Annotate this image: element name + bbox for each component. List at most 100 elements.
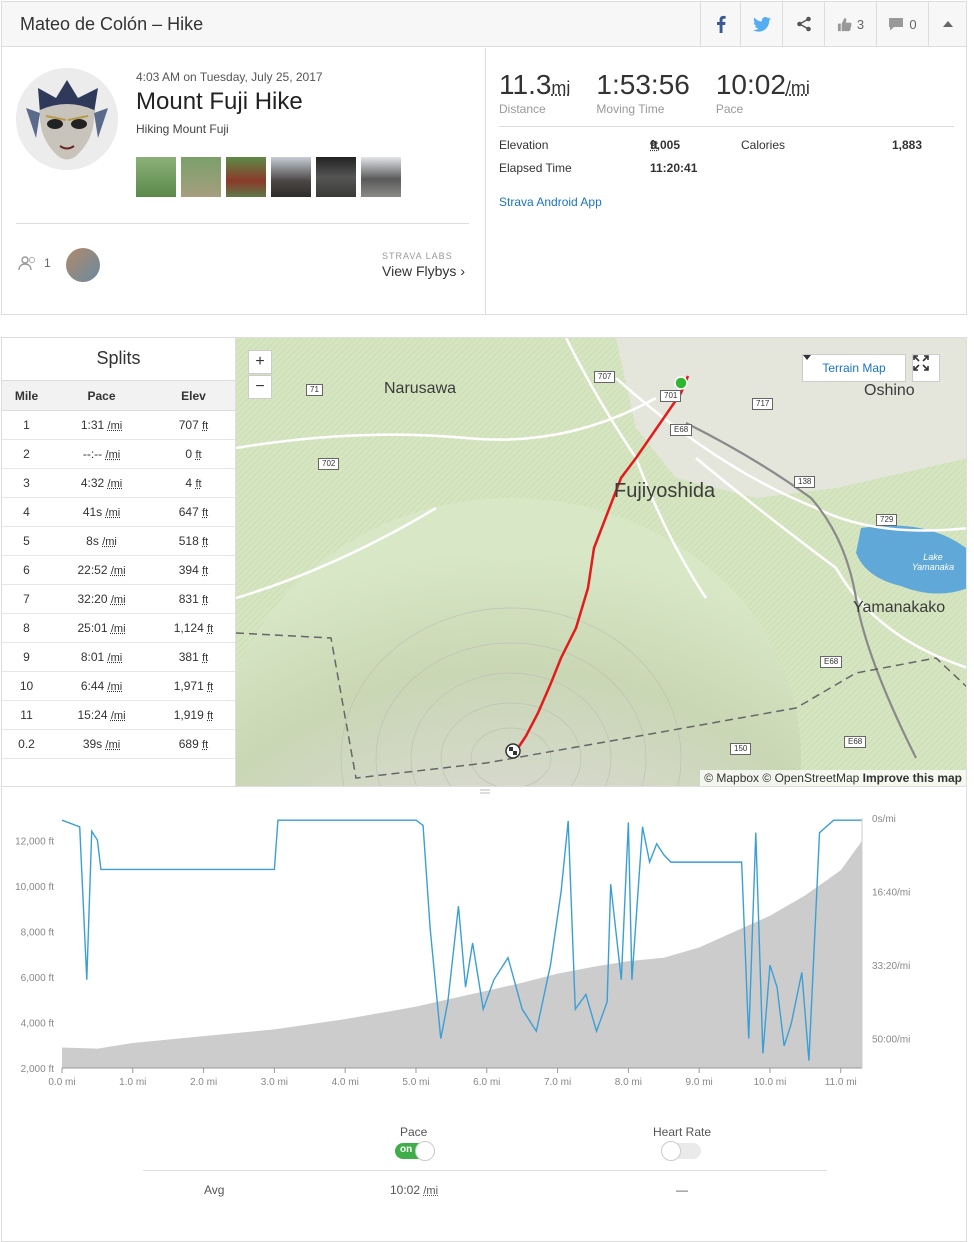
split-elev: 0 ft [152,439,235,469]
split-row[interactable]: 10 6:44 /mi 1,971 ft [2,671,235,701]
split-row[interactable]: 3 4:32 /mi 4 ft [2,468,235,498]
split-pace: 25:01 /mi [51,613,152,643]
split-row[interactable]: 4 41s /mi 647 ft [2,497,235,527]
photo-thumbnail[interactable] [316,157,356,197]
group-members[interactable]: 1 [18,256,51,270]
zoom-in-button[interactable]: + [248,350,272,374]
x-tick-label: 4.0 mi [332,1077,359,1088]
osm-attribution-link[interactable]: © OpenStreetMap [762,771,859,785]
split-row[interactable]: 9 8:01 /mi 381 ft [2,642,235,672]
pace-unit: /mi [785,78,810,98]
split-pace-unit: /mi [110,565,126,577]
x-tick-label: 1.0 mi [119,1077,146,1088]
split-mile: 8 [2,613,52,643]
split-pace: 32:20 /mi [51,584,152,614]
split-mile: 0.2 [2,729,52,759]
road-shield: E68 [844,736,867,748]
heart-rate-toggle[interactable] [661,1141,701,1161]
split-elev-unit: ft [207,681,214,693]
avg-pace-unit: /mi [423,1185,439,1197]
split-elev-value: 4 [185,476,193,490]
split-mile: 5 [2,526,52,556]
split-elev: 647 ft [152,497,235,527]
split-pace-value: 8s [86,534,99,548]
map-type-dropdown[interactable]: Terrain Map [802,354,906,382]
split-pace-unit: /mi [105,739,121,751]
road-shield: 702 [318,458,340,470]
y-right-tick-label: 16:40/mi [872,888,910,899]
kudos-button[interactable]: 3 [824,2,876,46]
device-app-link[interactable]: Strava Android App [499,195,602,209]
comments-button[interactable]: 0 [876,2,928,46]
split-mile: 7 [2,584,52,614]
facebook-share-button[interactable] [700,2,740,46]
split-elev: 707 ft [152,410,235,440]
divider [143,1170,827,1171]
collapse-button[interactable] [928,2,966,46]
photo-thumbnail[interactable] [226,157,266,197]
split-pace-unit: /mi [105,507,121,519]
splits-column-header: Mile [2,380,52,411]
activity-name: Mount Fuji Hike [136,88,303,115]
photo-strip [136,157,401,197]
photo-thumbnail[interactable] [271,157,311,197]
split-row[interactable]: 7 32:20 /mi 831 ft [2,584,235,614]
split-mile: 9 [2,642,52,672]
road-shield: 717 [752,398,774,410]
comments-count: 0 [909,16,917,32]
split-pace-value: 4:32 [80,476,105,490]
x-tick-label: 0.0 mi [48,1077,75,1088]
split-pace: 1:31 /mi [51,410,152,440]
split-pace-unit: /mi [102,536,117,548]
pace-stat: 10:02/mi Pace [716,69,810,116]
photo-thumbnail[interactable] [361,157,401,197]
more-stats: Elevation 9,005 ft Calories 1,883 Elapsed… [499,135,957,195]
split-row[interactable]: 6 22:52 /mi 394 ft [2,555,235,585]
split-elev: 1,971 ft [152,671,235,701]
mapbox-attribution-link[interactable]: © Mapbox [704,771,759,785]
road-shield: E68 [820,656,843,668]
improve-map-link[interactable]: Improve this map [863,771,962,785]
split-pace: 8:01 /mi [51,642,152,672]
road-shield: 729 [876,514,898,526]
split-pace: 8s /mi [51,526,152,556]
photo-thumbnail[interactable] [136,157,176,197]
split-pace-value: 22:52 [77,563,108,577]
heart-rate-toggle-label: Heart Rate [653,1125,712,1139]
fullscreen-button[interactable] [912,354,940,382]
terrain-map-image [236,338,966,786]
athlete-avatar[interactable] [16,68,118,170]
pace-toggle[interactable]: on [395,1141,435,1161]
share-button[interactable] [782,2,824,46]
split-pace-unit: /mi [107,478,123,490]
split-elev-unit: ft [195,478,202,490]
split-row[interactable]: 0.2 39s /mi 689 ft [2,729,235,759]
x-tick-label: 6.0 mi [473,1077,500,1088]
zoom-out-button[interactable]: − [248,375,272,399]
split-pace: 41s /mi [51,497,152,527]
splits-column-header: Elev [152,380,235,411]
split-row[interactable]: 8 25:01 /mi 1,124 ft [2,613,235,643]
view-flybys-link[interactable]: View Flybys › [382,263,465,279]
split-elev: 518 ft [152,526,235,556]
split-elev: 4 ft [152,468,235,498]
split-row[interactable]: 11 15:24 /mi 1,919 ft [2,700,235,730]
twitter-share-button[interactable] [740,2,782,46]
route-map[interactable]: + − Narusawa Fujiyoshida Oshino Yamanaka… [235,337,967,787]
elevation-pace-chart[interactable]: 0.0 mi 1.0 mi 2.0 mi 3.0 mi 4.0 mi 5.0 mi 6.0 … [2,788,968,1118]
photo-thumbnail[interactable] [181,157,221,197]
split-pace: 15:24 /mi [51,700,152,730]
elapsed-time-value: 11:20:41 [650,161,698,175]
moving-time-stat: 1:53:56 Moving Time [596,69,689,116]
group-athlete-avatar[interactable] [66,248,100,282]
split-row[interactable]: 5 8s /mi 518 ft [2,526,235,556]
group-count: 1 [44,256,51,270]
split-pace-unit: /mi [107,681,123,693]
split-elev: 831 ft [152,584,235,614]
split-row[interactable]: 2 --:-- /mi 0 ft [2,439,235,469]
split-row[interactable]: 1 1:31 /mi 707 ft [2,410,235,440]
x-tick-label: 11.0 mi [825,1077,857,1088]
split-pace-value: --:-- [82,447,103,461]
split-pace-value: 32:20 [77,592,108,606]
x-tick-label: 8.0 mi [615,1077,642,1088]
